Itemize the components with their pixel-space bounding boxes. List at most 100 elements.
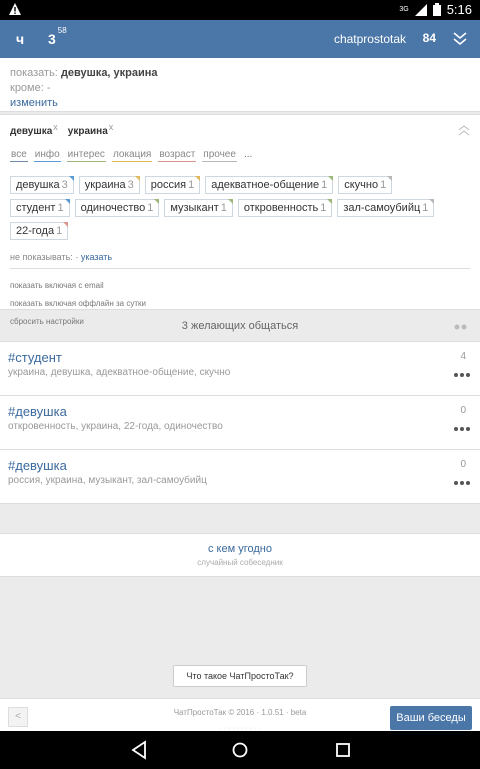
more-dots-icon[interactable] xyxy=(454,372,470,378)
item-title: #девушка xyxy=(8,404,67,419)
tag-count: 1 xyxy=(380,179,387,191)
filter-location[interactable]: локация xyxy=(111,149,153,162)
tag-label: одиночество xyxy=(80,202,146,214)
tag-label: девушка xyxy=(16,179,60,191)
nav-recent-icon[interactable] xyxy=(334,740,352,760)
tag-count: 1 xyxy=(56,225,63,237)
tag-chip[interactable]: музыкант 1 xyxy=(164,199,233,217)
filter-info[interactable]: инфо xyxy=(33,149,61,162)
count-bar: 3 желающих общаться xyxy=(0,311,480,341)
random-chat-subtitle: случайный собеседник xyxy=(197,558,283,567)
what-is-button[interactable]: Что такое ЧатПростоТак? xyxy=(173,665,307,687)
tag-chip[interactable]: студент 1 xyxy=(10,199,70,217)
filter-more[interactable]: ... xyxy=(243,149,253,162)
selected-tags: девушкаx украинаx xyxy=(10,122,470,137)
collapse-icon[interactable] xyxy=(458,125,470,137)
more-dots-icon[interactable] xyxy=(454,426,470,432)
list-item[interactable]: #студент украина, девушка, адекватное-об… xyxy=(0,342,480,396)
list-item[interactable]: #девушка россия, украина, музыкант, зал-… xyxy=(0,450,480,504)
tag-chip[interactable]: девушка 3 xyxy=(10,176,74,194)
tag-label: студент xyxy=(16,202,56,214)
specify-link[interactable]: указать xyxy=(81,252,112,262)
signal-icon xyxy=(414,3,427,16)
filter-summary: показать: девушка, украина кроме: - изме… xyxy=(0,58,480,112)
tag-chip[interactable]: россия 1 xyxy=(144,176,201,194)
item-tags: откровенность, украина, 22-года, одиноче… xyxy=(8,421,223,432)
random-chat-title: с кем угодно xyxy=(208,543,272,555)
tag-count: 1 xyxy=(188,179,195,191)
item-tags: россия, украина, музыкант, зал-самоубийц xyxy=(8,475,207,486)
dialogs-button[interactable]: Ваши беседы xyxy=(390,706,472,730)
system-nav-bar xyxy=(0,731,480,769)
toggle-dots-icon[interactable] xyxy=(454,311,468,341)
tag-chip[interactable]: адекватное-общение 1 xyxy=(205,176,334,194)
status-bar: 3G 5:16 xyxy=(0,0,480,20)
double-chevron-icon[interactable] xyxy=(452,28,468,48)
tag-label: украина xyxy=(84,179,126,191)
more-dots-icon[interactable] xyxy=(454,480,470,486)
online-count-sup: 58 xyxy=(57,26,67,36)
change-link[interactable]: изменить xyxy=(10,96,470,111)
hidden-label: не показывать: xyxy=(10,252,73,262)
nav-back-icon[interactable] xyxy=(130,740,148,760)
tag-count: 1 xyxy=(422,202,429,214)
item-tags: украина, девушка, адекватное-общение, ск… xyxy=(8,367,231,378)
item-title: #девушка xyxy=(8,458,67,473)
item-count: 0 xyxy=(460,459,466,470)
footer: < ЧатПростоТак © 2016 · 1.0.51 · beta · … xyxy=(0,698,480,732)
hidden-dot: · xyxy=(75,252,79,262)
list-item[interactable]: #девушка откровенность, украина, 22-года… xyxy=(0,396,480,450)
tag-label: 22-года xyxy=(16,225,55,237)
tag-label: россия xyxy=(150,179,187,191)
category-filters: все инфо интерес локация возраст прочее … xyxy=(10,149,470,162)
filter-interest[interactable]: интерес xyxy=(66,149,106,162)
tag-count: 3 xyxy=(61,179,68,191)
tag-label: скучно xyxy=(344,179,379,191)
random-chat-button[interactable]: с кем угодно случайный собеседник xyxy=(0,533,480,577)
tag-count: 1 xyxy=(147,202,154,214)
tag-label: музыкант xyxy=(170,202,219,214)
online-count-value: 3 xyxy=(48,31,56,47)
option-with-email[interactable]: показать включая с email xyxy=(10,277,470,295)
battery-icon xyxy=(432,3,441,16)
except-line: кроме: - xyxy=(10,82,51,94)
online-count[interactable]: 358 xyxy=(48,26,67,47)
network-type: 3G xyxy=(399,6,409,13)
tag-label: адекватное-общение xyxy=(211,179,320,191)
nav-home-icon[interactable] xyxy=(231,740,249,760)
tag-count: 3 xyxy=(127,179,134,191)
tag-count: 1 xyxy=(321,179,328,191)
count-text: 3 желающих общаться xyxy=(181,320,299,332)
item-title: #студент xyxy=(8,350,62,365)
item-count: 0 xyxy=(460,405,466,416)
tag-chip[interactable]: скучно 1 xyxy=(338,176,393,194)
tag-chip[interactable]: откровенность 1 xyxy=(237,199,333,217)
selected-tag[interactable]: украинаx xyxy=(68,122,114,137)
tag-chip[interactable]: одиночество 1 xyxy=(74,199,160,217)
filter-other[interactable]: прочее xyxy=(202,149,237,162)
filter-age[interactable]: возраст xyxy=(158,149,197,162)
remove-tag-icon[interactable]: x xyxy=(53,122,58,132)
selected-tag[interactable]: девушкаx xyxy=(10,122,58,137)
warning-icon xyxy=(9,3,21,15)
tag-chip[interactable]: 22-года 1 xyxy=(10,222,69,240)
results-list: #студент украина, девушка, адекватное-об… xyxy=(0,341,480,504)
tag-cloud: девушка 3 украина 3 россия 1 адекватное-общени… xyxy=(10,176,450,240)
tag-count: 1 xyxy=(220,202,227,214)
tag-count: 1 xyxy=(320,202,327,214)
divider xyxy=(10,268,470,269)
header-number[interactable]: 84 xyxy=(423,31,436,45)
show-label: показать: xyxy=(10,67,58,79)
filter-all[interactable]: все xyxy=(10,149,28,162)
tag-chip[interactable]: украина 3 xyxy=(78,176,140,194)
tags-panel: девушкаx украинаx все инфо интерес локац… xyxy=(0,114,480,326)
tag-chip[interactable]: зал-самоубийц 1 xyxy=(337,199,435,217)
item-count: 4 xyxy=(460,351,466,362)
tag-label: откровенность xyxy=(243,202,319,214)
profile-letter-button[interactable]: ч xyxy=(16,31,24,47)
remove-tag-icon[interactable]: x xyxy=(109,122,114,132)
hidden-line: не показывать: · указать xyxy=(10,252,470,262)
app-header: ч 358 chatprostotak 84 xyxy=(0,20,480,58)
tag-label: зал-самоубийц xyxy=(343,202,421,214)
username[interactable]: chatprostotak xyxy=(334,32,406,46)
